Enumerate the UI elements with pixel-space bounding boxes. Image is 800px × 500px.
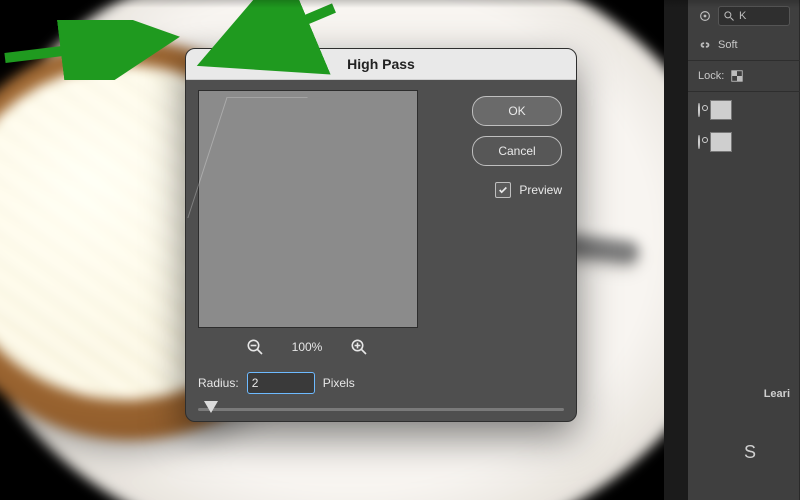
layer-thumbnail[interactable] bbox=[710, 132, 732, 152]
radius-slider[interactable] bbox=[198, 400, 564, 418]
learn-label[interactable]: Leari bbox=[764, 388, 790, 400]
lock-label: Lock: bbox=[698, 70, 724, 82]
link-icon bbox=[698, 38, 712, 52]
slider-handle-icon[interactable] bbox=[204, 401, 218, 413]
side-panel: K Soft Lock: Leari S bbox=[688, 0, 800, 500]
panel-search[interactable]: K bbox=[718, 6, 790, 26]
visibility-icon[interactable] bbox=[698, 136, 700, 148]
visibility-icon[interactable] bbox=[698, 104, 700, 116]
zoom-out-icon[interactable] bbox=[246, 338, 264, 356]
preview-label: Preview bbox=[519, 183, 562, 197]
bottom-glyph: S bbox=[744, 442, 756, 463]
checkbox-icon bbox=[495, 182, 511, 198]
high-pass-dialog: High Pass OK Cancel Preview 100% bbox=[185, 48, 577, 422]
cancel-button[interactable]: Cancel bbox=[472, 136, 562, 166]
radius-label: Radius: bbox=[198, 376, 239, 390]
search-icon bbox=[723, 10, 735, 22]
zoom-in-icon[interactable] bbox=[350, 338, 368, 356]
radius-units: Pixels bbox=[323, 376, 355, 390]
panel-mystery-icon bbox=[698, 9, 712, 23]
blend-mode-label[interactable]: Soft bbox=[718, 39, 738, 51]
lock-pixels-icon[interactable] bbox=[730, 69, 744, 83]
preview-checkbox[interactable]: Preview bbox=[495, 182, 562, 198]
zoom-level: 100% bbox=[292, 340, 323, 354]
panel-search-text: K bbox=[739, 10, 746, 22]
dialog-title: High Pass bbox=[347, 56, 415, 72]
layer-thumbnail[interactable] bbox=[710, 100, 732, 120]
radius-input[interactable] bbox=[247, 372, 315, 394]
dialog-titlebar[interactable]: High Pass bbox=[186, 49, 576, 80]
filter-preview[interactable] bbox=[198, 90, 418, 328]
ok-button[interactable]: OK bbox=[472, 96, 562, 126]
